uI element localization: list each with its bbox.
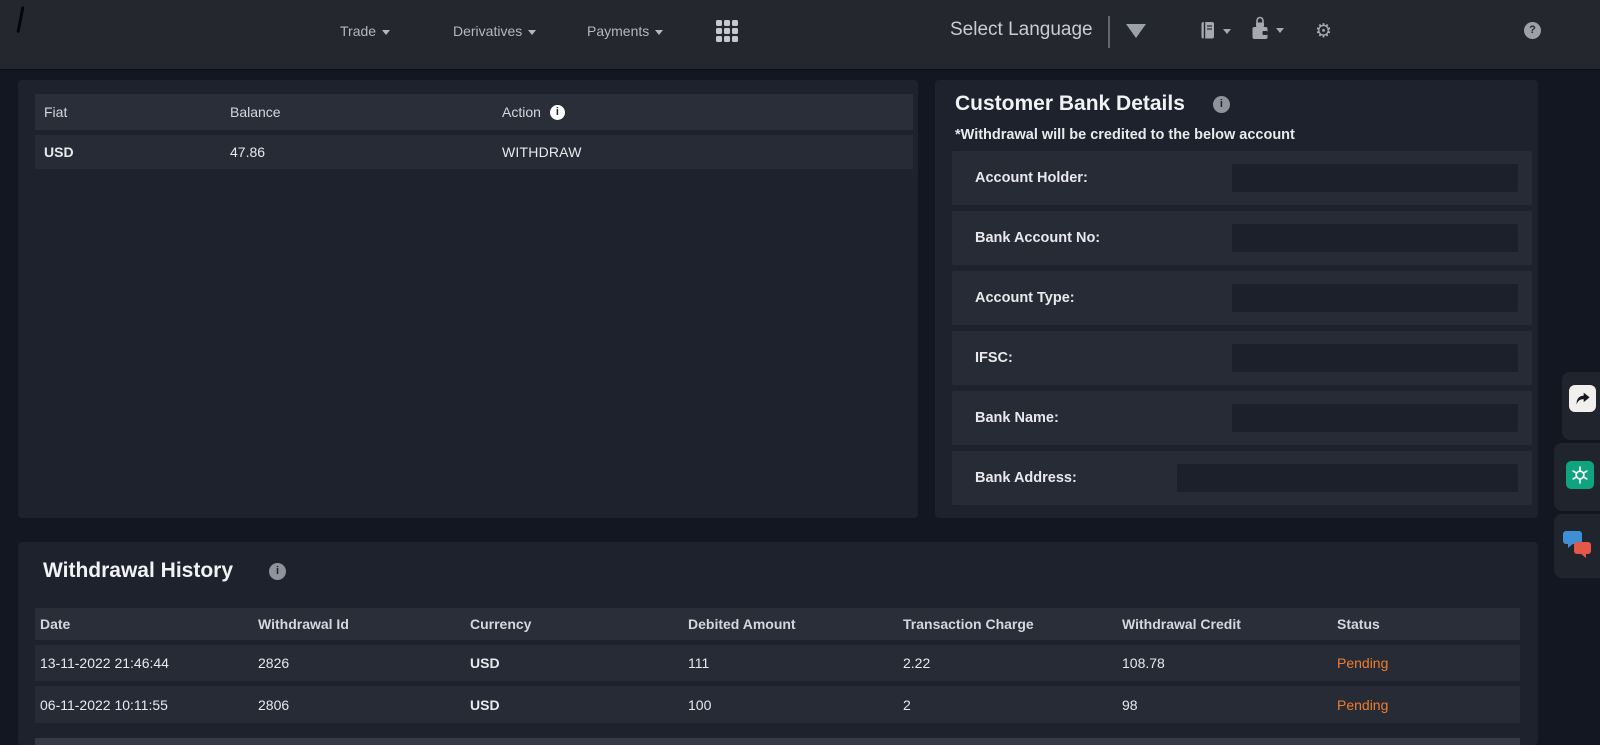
header-debited-amount: Debited Amount <box>688 616 903 632</box>
cell-date: 13-11-2022 21:46:44 <box>40 655 258 671</box>
bank-field-row: Bank Account No: <box>952 211 1532 265</box>
bank-name-value[interactable] <box>1232 404 1518 432</box>
bank-field-row: Bank Name: <box>952 391 1532 445</box>
nav-item-payments[interactable]: Payments <box>587 23 663 39</box>
account-type-value[interactable] <box>1232 284 1518 312</box>
cell-transaction-charge: 2.22 <box>903 655 1122 671</box>
share-extension-tab <box>1562 372 1600 440</box>
header-withdrawal-id: Withdrawal Id <box>258 616 470 632</box>
wallet-lock-icon[interactable] <box>1250 16 1284 42</box>
info-icon[interactable]: i <box>550 105 565 120</box>
account-type-label: Account Type: <box>975 290 1075 306</box>
withdrawal-history-title: Withdrawal History <box>43 559 233 583</box>
select-language-button[interactable]: Select Language <box>950 19 1093 41</box>
book-icon[interactable] <box>1198 20 1231 41</box>
chat-bubbles-icon[interactable] <box>1563 529 1593 566</box>
header-withdrawal-credit: Withdrawal Credit <box>1122 616 1337 632</box>
ifsc-label: IFSC: <box>975 350 1013 366</box>
cell-transaction-charge: 2 <box>903 697 1122 713</box>
nav-trade-label: Trade <box>340 23 376 39</box>
bank-details-title: Customer Bank Details <box>955 92 1185 116</box>
nav-item-derivatives[interactable]: Derivatives <box>453 23 536 39</box>
chevron-down-icon <box>528 30 536 35</box>
bank-field-row: Account Holder: <box>952 151 1532 205</box>
apps-grid-icon[interactable] <box>716 20 740 44</box>
cell-withdrawal-id: 2806 <box>258 697 470 713</box>
header-date: Date <box>40 616 258 632</box>
info-icon[interactable]: i <box>1213 96 1230 113</box>
bank-field-row: IFSC: <box>952 331 1532 385</box>
cell-date: 06-11-2022 10:11:55 <box>40 697 258 713</box>
fiat-header-fiat: Fiat <box>44 104 230 120</box>
nav-payments-label: Payments <box>587 23 649 39</box>
top-navigation-bar: Trade Derivatives Payments Select Langua… <box>0 0 1600 70</box>
ifsc-value[interactable] <box>1232 344 1518 372</box>
cell-withdrawal-credit: 108.78 <box>1122 655 1337 671</box>
customer-bank-details-panel: Customer Bank Details i *Withdrawal will… <box>935 80 1538 518</box>
bank-field-row: Account Type: <box>952 271 1532 325</box>
withdrawal-credit-note: *Withdrawal will be credited to the belo… <box>955 127 1295 143</box>
header-status: Status <box>1337 616 1520 632</box>
status-badge: Pending <box>1337 655 1520 671</box>
fiat-header-action: Action <box>502 104 541 120</box>
cell-currency: USD <box>470 697 688 713</box>
chevron-down-icon <box>655 30 663 35</box>
chatgpt-extension-tab <box>1554 443 1600 511</box>
account-holder-label: Account Holder: <box>975 170 1088 186</box>
bank-account-no-value[interactable] <box>1232 224 1518 252</box>
chevron-down-icon <box>1276 28 1284 33</box>
fiat-balance: 47.86 <box>230 144 502 160</box>
fiat-header-balance: Balance <box>230 104 502 120</box>
info-icon[interactable]: i <box>269 563 286 580</box>
withdrawal-history-panel: Withdrawal History i Date Withdrawal Id … <box>18 542 1538 745</box>
divider <box>1108 16 1110 48</box>
nav-derivatives-label: Derivatives <box>453 23 522 39</box>
table-row: 13-11-2022 21:46:44 2826 USD 111 2.22 10… <box>35 645 1520 681</box>
nav-item-trade[interactable]: Trade <box>340 23 390 39</box>
share-icon[interactable] <box>1569 385 1596 412</box>
fiat-balance-panel: Fiat Balance Action i USD 47.86 WITHDRAW <box>18 80 918 518</box>
fiat-table-header: Fiat Balance Action i <box>35 94 913 130</box>
withdraw-button[interactable]: WITHDRAW <box>502 144 582 160</box>
table-row-partial <box>35 738 1520 745</box>
history-table-header: Date Withdrawal Id Currency Debited Amou… <box>35 608 1520 640</box>
logo-stroke-mark <box>16 6 24 33</box>
cell-withdrawal-id: 2826 <box>258 655 470 671</box>
bank-account-no-label: Bank Account No: <box>975 230 1100 246</box>
header-transaction-charge: Transaction Charge <box>903 616 1122 632</box>
cell-withdrawal-credit: 98 <box>1122 697 1337 713</box>
account-holder-value[interactable] <box>1232 164 1518 192</box>
cell-debited-amount: 100 <box>688 697 903 713</box>
bank-fields-list: Account Holder: Bank Account No: Account… <box>952 151 1532 511</box>
cell-currency: USD <box>470 655 688 671</box>
chat-extension-tab <box>1554 514 1600 578</box>
chevron-down-icon <box>1223 29 1231 34</box>
chevron-down-icon <box>382 30 390 35</box>
status-badge: Pending <box>1337 697 1520 713</box>
help-icon[interactable]: ? <box>1524 22 1541 39</box>
language-dropdown-icon[interactable] <box>1126 24 1146 38</box>
cell-debited-amount: 111 <box>688 655 903 671</box>
bank-address-label: Bank Address: <box>975 470 1077 486</box>
fiat-table-row: USD 47.86 WITHDRAW <box>35 135 913 169</box>
fiat-currency: USD <box>44 144 230 160</box>
chatgpt-icon[interactable] <box>1566 461 1594 489</box>
gear-icon[interactable]: ⚙ <box>1315 20 1332 42</box>
bank-field-row: Bank Address: <box>952 451 1532 505</box>
table-row: 06-11-2022 10:11:55 2806 USD 100 2 98 Pe… <box>35 686 1520 723</box>
bank-address-value[interactable] <box>1177 464 1518 492</box>
bank-name-label: Bank Name: <box>975 410 1059 426</box>
header-currency: Currency <box>470 616 688 632</box>
